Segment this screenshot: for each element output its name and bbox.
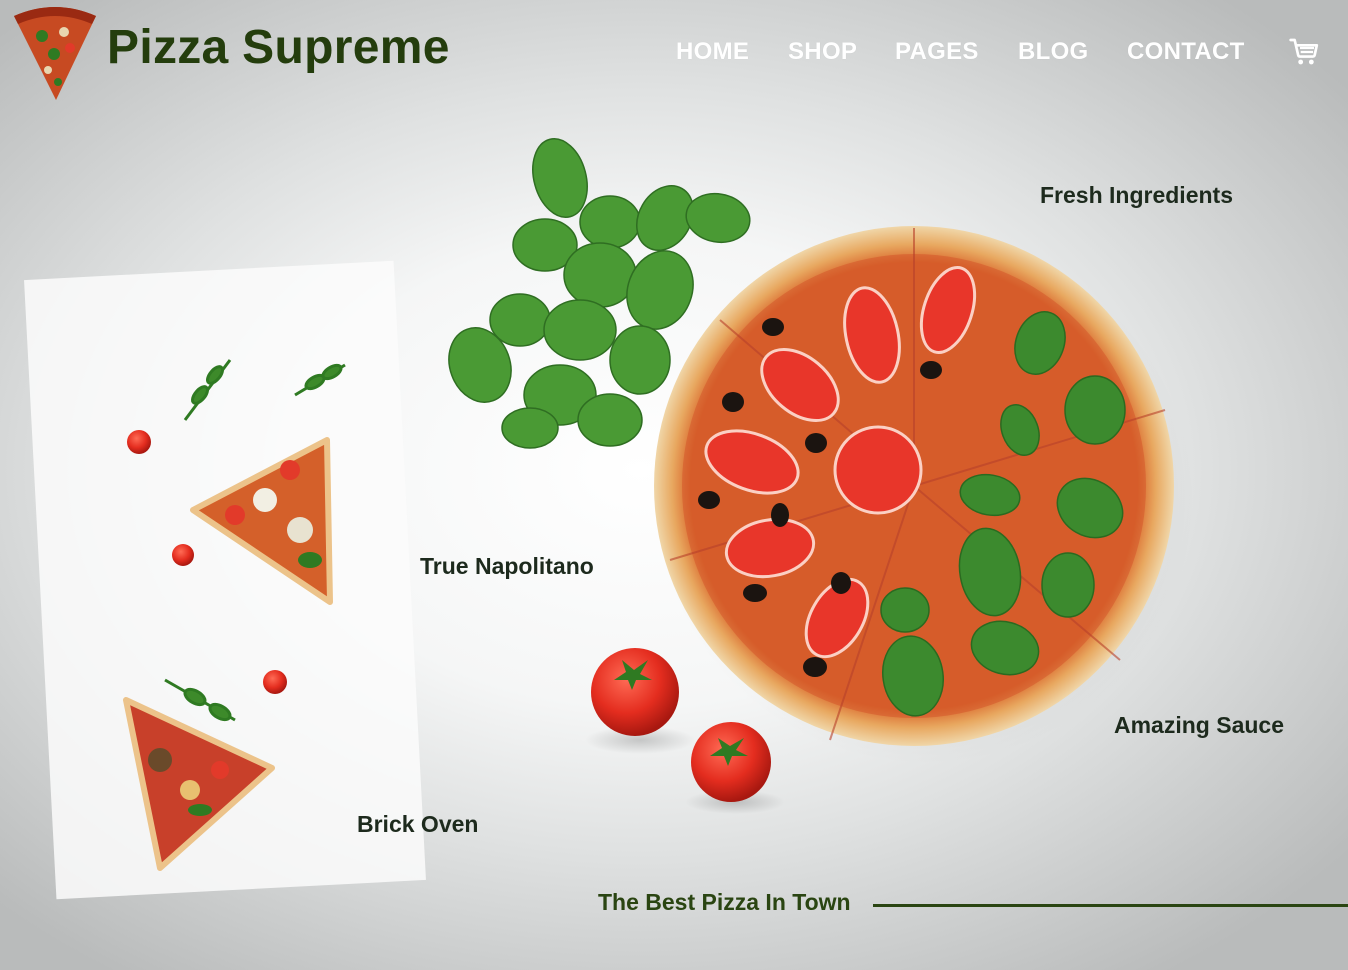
tomato [591, 648, 679, 736]
feature-amazing-sauce: Amazing Sauce [1114, 712, 1284, 738]
tagline-rule [873, 904, 1348, 907]
feature-fresh-ingredients: Fresh Ingredients [1040, 182, 1233, 208]
nav-pages[interactable]: PAGES [895, 38, 979, 66]
pizza-slice-icon[interactable] [12, 6, 98, 102]
shopping-cart-icon[interactable] [1288, 36, 1320, 68]
feature-true-napolitano: True Napolitano [420, 553, 594, 579]
tagline: The Best Pizza In Town [598, 889, 851, 915]
nav-shop[interactable]: SHOP [788, 38, 857, 66]
nav-contact[interactable]: CONTACT [1127, 38, 1245, 66]
hero-image [24, 138, 1195, 900]
feature-brick-oven: Brick Oven [357, 811, 479, 837]
nav-blog[interactable]: BLOG [1018, 38, 1089, 66]
site-header: Pizza Supreme HOME SHOP PAGES BLOG CONTA… [0, 0, 1348, 100]
nav-home[interactable]: HOME [676, 38, 749, 66]
brand-name[interactable]: Pizza Supreme [107, 20, 450, 75]
tomato [691, 722, 771, 802]
